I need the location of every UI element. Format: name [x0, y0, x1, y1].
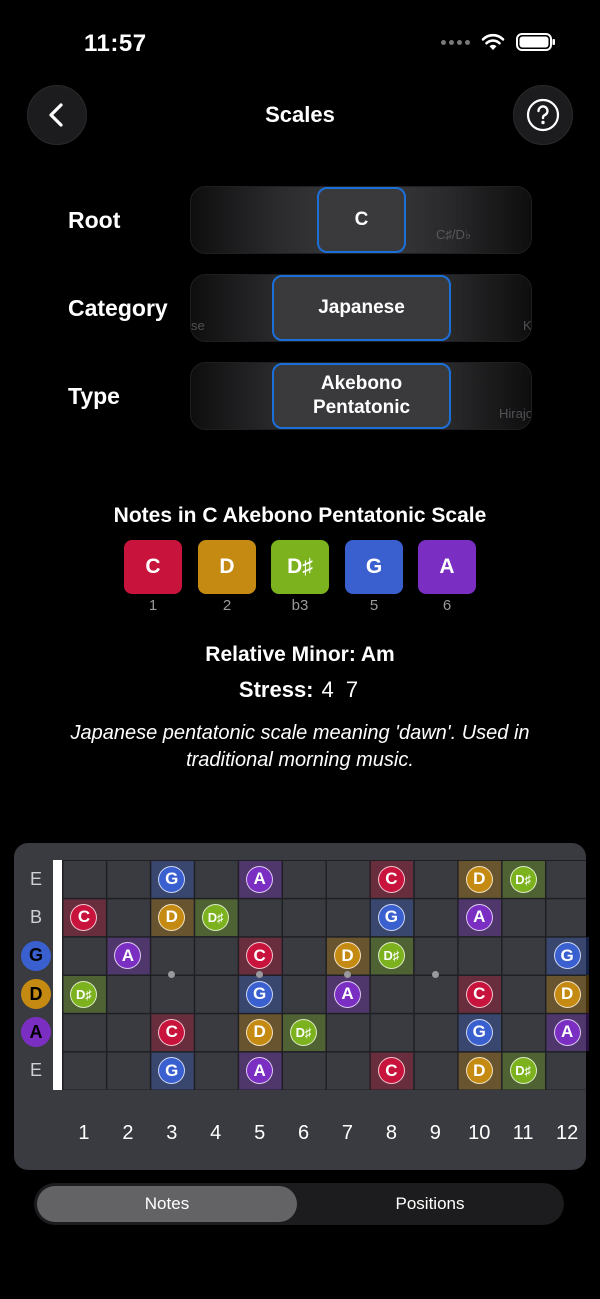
page-title: Scales [265, 102, 335, 127]
note-interval-2: 2 [222, 597, 232, 614]
scale-description: Japanese pentatonic scale meaning 'dawn'… [70, 722, 530, 771]
category-prev-option[interactable]: se [191, 318, 205, 333]
fret-number-11: 11 [512, 1122, 534, 1144]
fretboard-note[interactable]: G [465, 1018, 493, 1046]
stress-label: Stress: [238, 677, 314, 702]
note-chip-1[interactable]: C [124, 540, 182, 594]
root-next-option[interactable]: C♯/D♭ [436, 227, 471, 243]
fretboard-note[interactable]: D [246, 1018, 274, 1046]
status-time: 11:57 [84, 30, 147, 57]
fret-number-7: 7 [341, 1122, 354, 1144]
fret-number-9: 9 [429, 1122, 441, 1144]
view-mode-segmented-control[interactable]: Notes Positions [34, 1183, 564, 1225]
category-label: Category [68, 295, 168, 321]
note-chip-4[interactable]: G [345, 540, 403, 594]
cellular-icon [441, 39, 470, 45]
fretboard-nut [53, 860, 62, 1090]
fretboard-note[interactable]: A [333, 980, 361, 1008]
fretboard-note[interactable]: C [377, 1057, 405, 1085]
wifi-icon [481, 33, 505, 50]
fretboard-note[interactable]: D [465, 1057, 493, 1085]
fretboard-note[interactable]: D♯ [509, 865, 537, 893]
fretboard-note[interactable]: D♯ [509, 1057, 537, 1085]
fretboard-note[interactable]: G [377, 903, 405, 931]
fretboard-grid [62, 860, 586, 1090]
fretboard-note[interactable]: D [465, 865, 493, 893]
string-label-1: E [29, 868, 42, 889]
fretboard-note[interactable]: A [246, 865, 274, 893]
fret-number-5: 5 [254, 1122, 266, 1144]
type-selected-value[interactable]: Akebono Pentatonic [272, 363, 451, 429]
fretboard-note[interactable]: C [377, 865, 405, 893]
fretboard-note[interactable]: D [553, 980, 581, 1008]
fretboard-note[interactable]: D♯ [70, 980, 98, 1008]
question-mark-icon [526, 98, 560, 132]
fret-number-10: 10 [468, 1122, 491, 1144]
battery-icon [516, 33, 555, 51]
fretboard-note[interactable]: G [158, 865, 186, 893]
status-icons [441, 32, 556, 52]
positions-segment[interactable]: Positions [299, 1186, 561, 1222]
fretboard-note[interactable]: D♯ [377, 942, 405, 970]
string-label-4: D [21, 979, 51, 1010]
fretboard-note[interactable]: G [553, 942, 581, 970]
note-chip-3[interactable]: D♯ [271, 540, 329, 594]
type-label: Type [68, 383, 120, 409]
scale-notes-title: Notes in C Akebono Pentatonic Scale [113, 504, 487, 527]
fretboard-note[interactable]: A [465, 903, 493, 931]
help-button[interactable] [513, 85, 573, 145]
fret-number-1: 1 [78, 1122, 90, 1144]
root-selected-value[interactable]: C [317, 187, 406, 253]
note-interval-4: 5 [369, 597, 379, 614]
note-chip-5[interactable]: A [418, 540, 476, 594]
type-picker[interactable]: Akebono Pentatonic Hirajoshi [190, 362, 532, 430]
stress-info: Stress: 4 7 [0, 677, 600, 703]
stress-values: 4 7 [321, 677, 362, 702]
category-next-option[interactable]: K [523, 318, 531, 333]
note-chip-2[interactable]: D [198, 540, 256, 594]
fretboard-note[interactable]: D♯ [202, 903, 230, 931]
fret-number-12: 12 [555, 1122, 579, 1144]
category-selected-value[interactable]: Japanese [272, 275, 451, 341]
fretboard-note[interactable]: C [465, 980, 493, 1008]
note-interval-3: b3 [291, 597, 309, 614]
fret-number-6: 6 [297, 1122, 310, 1144]
relative-minor: Relative Minor: Am [205, 643, 395, 666]
fretboard-note[interactable]: G [246, 980, 274, 1008]
type-next-option[interactable]: Hirajoshi [499, 406, 531, 421]
fret-number-4: 4 [210, 1122, 222, 1144]
fret-number-8: 8 [385, 1122, 397, 1144]
category-picker[interactable]: se Japanese K [190, 274, 532, 342]
fret-number-3: 3 [166, 1122, 178, 1144]
fretboard-note[interactable]: A [553, 1018, 581, 1046]
fret-number-2: 2 [122, 1122, 134, 1144]
string-label-3: G [21, 940, 51, 971]
note-interval-5: 6 [442, 597, 452, 614]
note-interval-1: 1 [148, 597, 158, 614]
fretboard-note[interactable]: D♯ [290, 1018, 318, 1046]
notes-segment[interactable]: Notes [37, 1186, 297, 1222]
root-picker[interactable]: C C♯/D♭ [190, 186, 532, 254]
root-label: Root [68, 207, 121, 233]
string-label-6: E [29, 1060, 42, 1081]
